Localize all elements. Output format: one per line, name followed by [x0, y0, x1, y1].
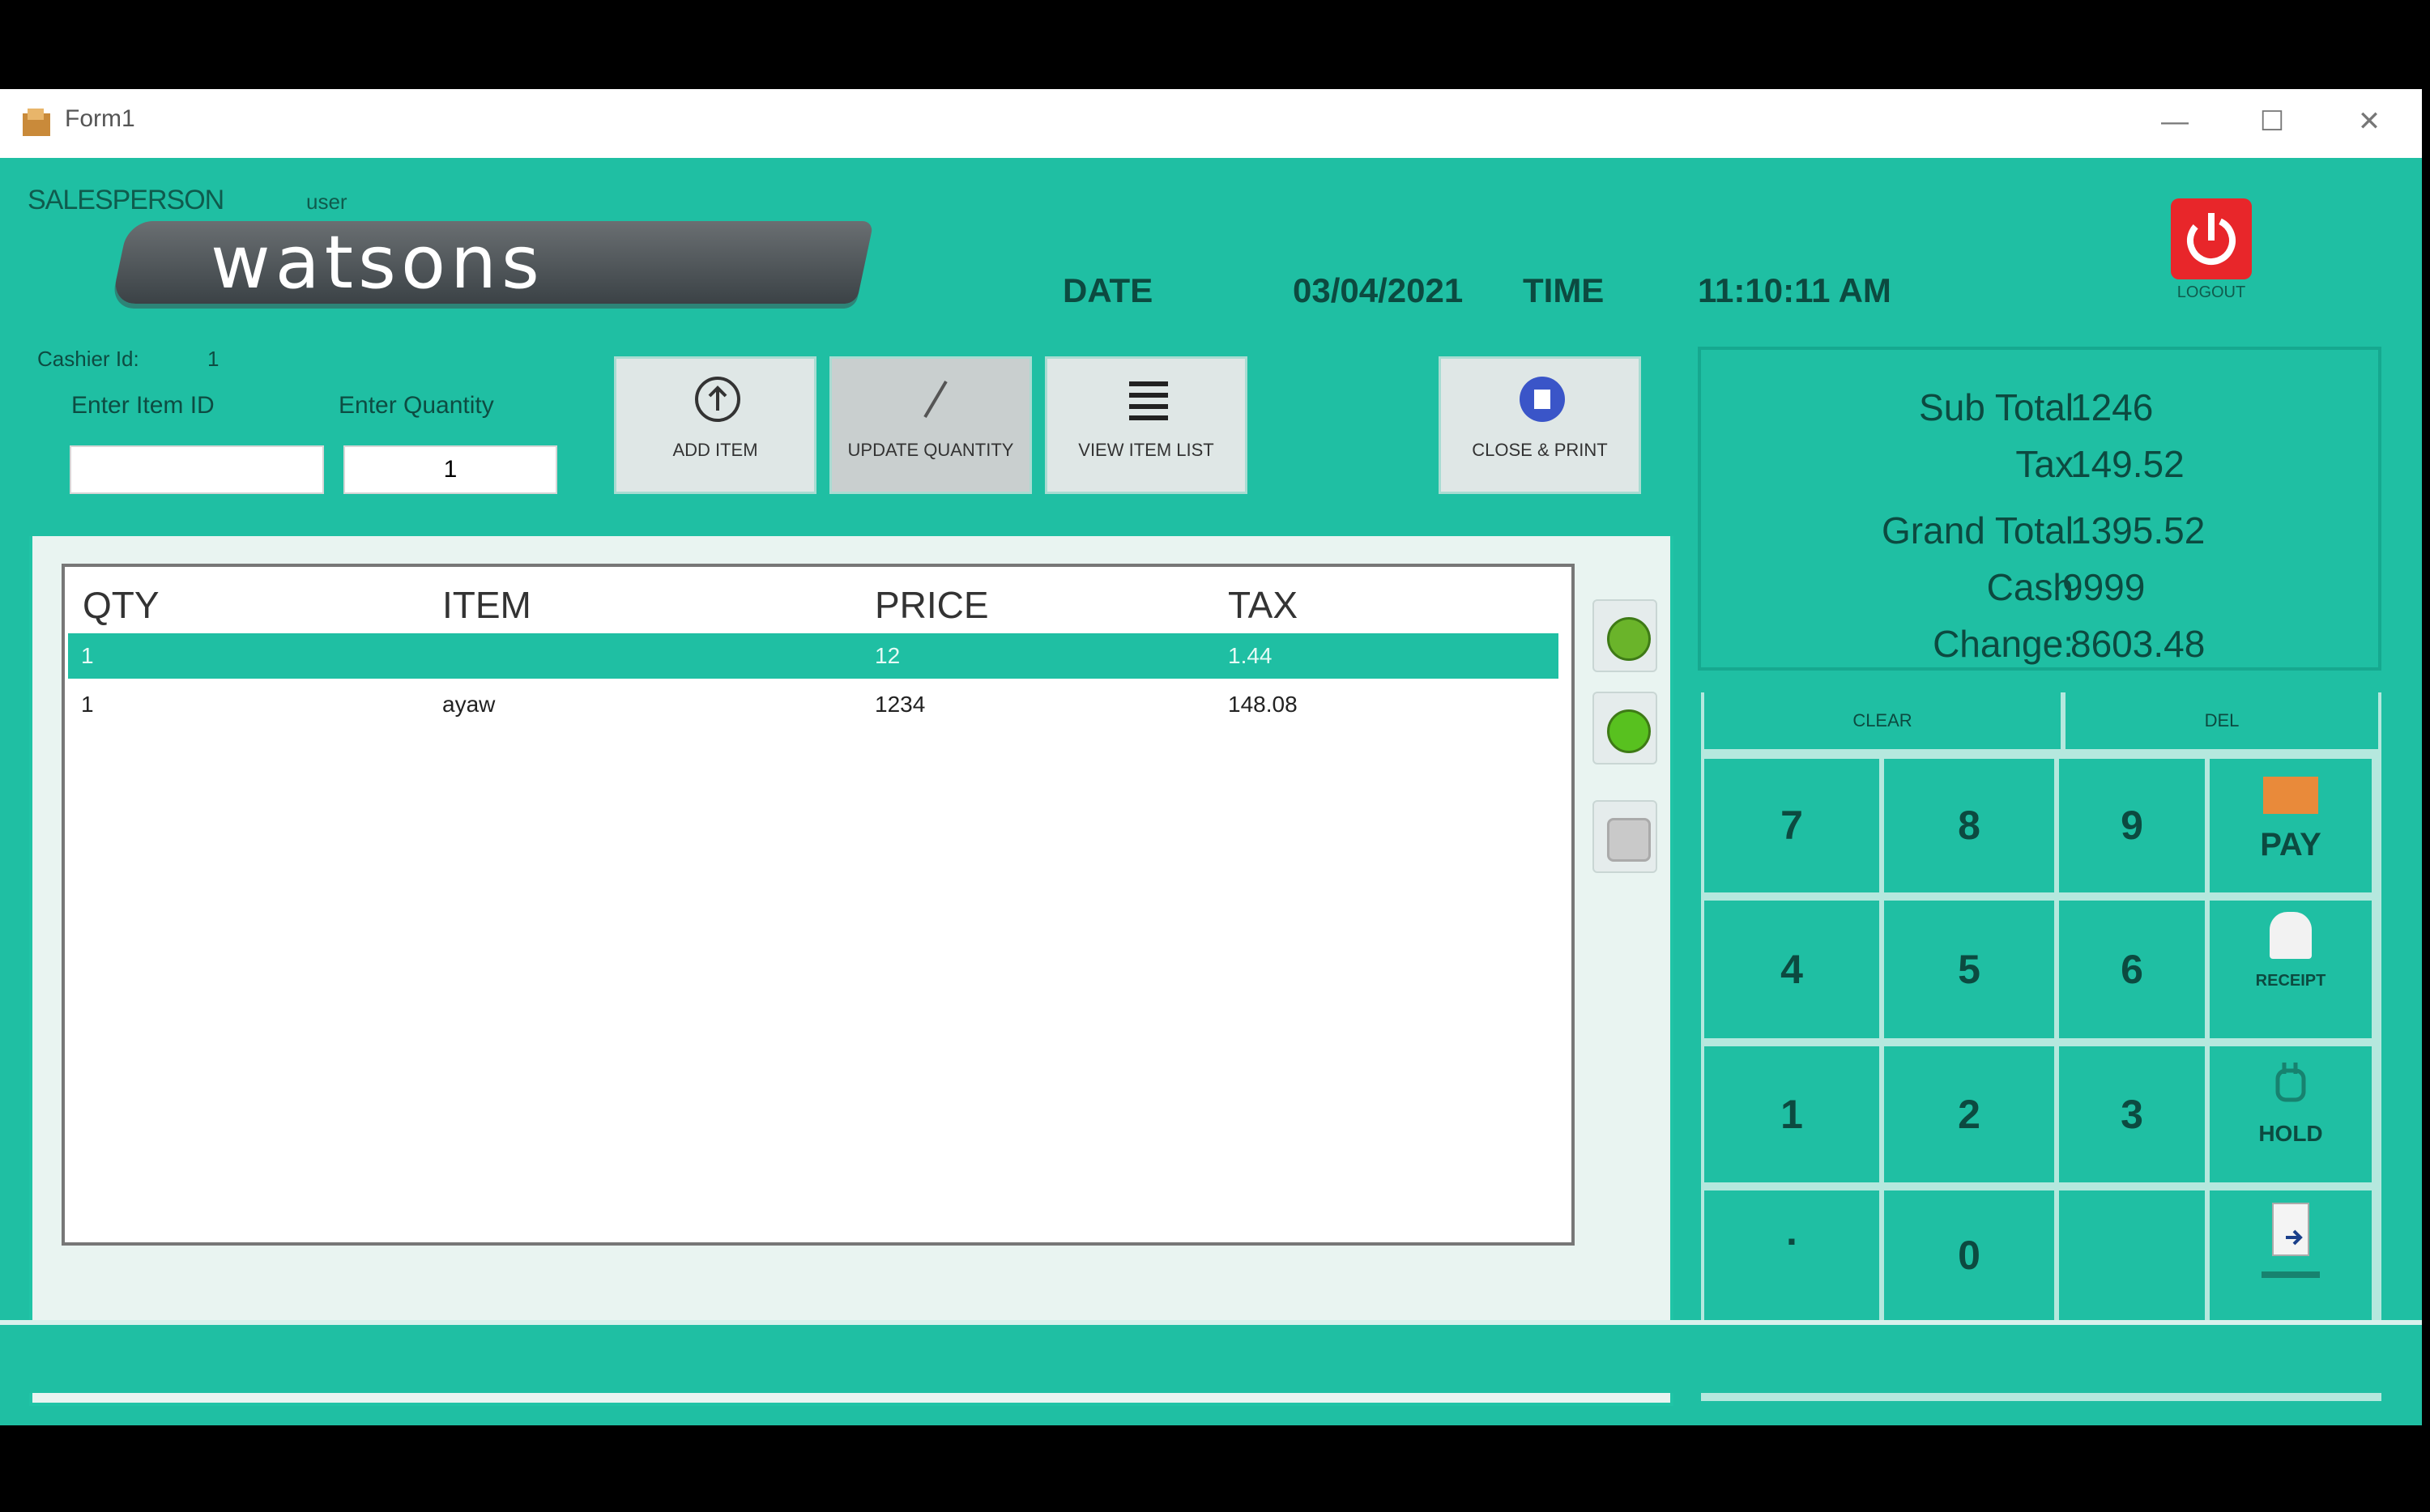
column-header-item: ITEM — [442, 584, 531, 626]
receipt-label: RECEIPT — [2255, 972, 2326, 990]
salesperson-label: SALESPERSON — [28, 185, 224, 215]
keypad: CLEAR DEL 7 8 9 PAY 4 5 6 RECEIPT 1 2 3 … — [1701, 692, 2381, 1401]
grand-total-label: Grand Total — [1882, 509, 2074, 552]
quantity-input[interactable] — [343, 445, 557, 494]
change-label: Change: — [1933, 623, 2074, 665]
cash-value: 9999 — [2062, 566, 2146, 608]
remove-button[interactable] — [1592, 800, 1657, 873]
clear-button[interactable]: CLEAR — [1704, 692, 2061, 749]
date-label: DATE — [1063, 271, 1153, 309]
title-bar: Form1 — ☐ ✕ — [0, 89, 2422, 158]
quantity-label: Enter Quantity — [339, 392, 494, 419]
power-icon — [2187, 213, 2236, 265]
key-1[interactable]: 1 — [1704, 1046, 1879, 1182]
hold-label: HOLD — [2258, 1121, 2323, 1146]
totals-panel: Sub Total 1246 Tax 149.52 Grand Total 13… — [1698, 347, 2381, 671]
key-2[interactable]: 2 — [1884, 1046, 2054, 1182]
cashier-value: 1 — [207, 347, 220, 371]
cell-qty: 1 — [81, 643, 94, 668]
grand-total-value: 1395.52 — [2070, 509, 2206, 552]
pencil-icon — [923, 380, 948, 419]
app-icon — [21, 107, 53, 139]
watsons-logo: watsons — [211, 220, 544, 305]
key-decimal[interactable]: . — [1704, 1190, 1879, 1320]
key-blank[interactable] — [2059, 1190, 2205, 1320]
key-7[interactable]: 7 — [1704, 759, 1879, 892]
receipt-icon — [2270, 912, 2312, 959]
time-label: TIME — [1523, 271, 1605, 309]
decrease-button[interactable] — [1592, 692, 1657, 765]
cell-price: 12 — [875, 643, 901, 668]
salesperson-name: user — [306, 190, 347, 214]
green-circle-icon — [1607, 709, 1651, 753]
add-item-label: ADD ITEM — [672, 440, 758, 460]
pay-button[interactable]: PAY — [2210, 759, 2372, 892]
key-6[interactable]: 6 — [2059, 901, 2205, 1038]
add-item-button[interactable]: ADD ITEM — [614, 356, 816, 494]
key-3[interactable]: 3 — [2059, 1046, 2205, 1182]
hold-button[interactable]: HOLD — [2210, 1046, 2372, 1182]
column-header-qty: QTY — [83, 584, 160, 626]
key-9[interactable]: 9 — [2059, 759, 2205, 892]
cell-tax: 1.44 — [1228, 643, 1273, 668]
green-circle-icon — [1607, 617, 1651, 661]
close-button[interactable]: ✕ — [2341, 97, 2398, 146]
receipt-button[interactable]: RECEIPT — [2210, 901, 2372, 1038]
key-5[interactable]: 5 — [1884, 901, 2054, 1038]
column-header-price: PRICE — [875, 584, 989, 626]
printer-icon — [1520, 377, 1565, 422]
tax-value: 149.52 — [2070, 443, 2185, 485]
status-bar — [0, 1320, 2422, 1393]
close-print-button[interactable]: CLOSE & PRINT — [1439, 356, 1641, 494]
cell-price: 1234 — [875, 692, 926, 717]
item-id-input[interactable] — [70, 445, 324, 494]
cell-qty: 1 — [81, 692, 94, 717]
key-4[interactable]: 4 — [1704, 901, 1879, 1038]
item-id-label: Enter Item ID — [71, 392, 215, 419]
maximize-button[interactable]: ☐ — [2244, 97, 2300, 146]
date-value: 03/04/2021 — [1293, 271, 1464, 309]
tax-label: Tax — [2015, 443, 2074, 485]
cell-item: ayaw — [442, 692, 496, 717]
close-print-label: CLOSE & PRINT — [1472, 440, 1608, 460]
app-window: Form1 — ☐ ✕ SALESPERSON user watsons DAT… — [0, 89, 2422, 1425]
exit-door-icon — [2262, 1203, 2320, 1278]
table-row[interactable]: 1 12 1.44 — [68, 633, 1558, 679]
sub-total-label: Sub Total — [1919, 386, 2074, 428]
update-quantity-button[interactable]: UPDATE QUANTITY — [829, 356, 1032, 494]
add-circle-icon — [695, 377, 740, 422]
window-title: Form1 — [65, 105, 135, 132]
table-row[interactable]: 1 ayaw 1234 148.08 — [68, 682, 1558, 726]
key-8[interactable]: 8 — [1884, 759, 2054, 892]
order-table: QTY ITEM PRICE TAX 1 12 1.44 1 ayaw 1234… — [62, 564, 1575, 1246]
cashier-label: Cashier Id: — [37, 347, 139, 371]
sub-total-value: 1246 — [2070, 386, 2154, 428]
list-icon — [1129, 381, 1168, 420]
increase-button[interactable] — [1592, 599, 1657, 672]
update-quantity-label: UPDATE QUANTITY — [847, 440, 1014, 460]
key-0[interactable]: 0 — [1884, 1190, 2054, 1320]
minimize-button[interactable]: — — [2146, 97, 2203, 146]
exit-button[interactable] — [2210, 1190, 2372, 1320]
time-value: 11:10:11 AM — [1698, 271, 1891, 309]
wallet-icon — [2263, 777, 2318, 814]
item-list-label: VIEW ITEM LIST — [1078, 440, 1214, 460]
pay-label: PAY — [2260, 827, 2321, 862]
stop-icon — [1607, 818, 1651, 862]
logout-button[interactable] — [2171, 198, 2252, 279]
column-header-tax: TAX — [1228, 584, 1298, 626]
item-list-button[interactable]: VIEW ITEM LIST — [1045, 356, 1247, 494]
delete-button[interactable]: DEL — [2066, 692, 2378, 749]
hand-icon — [2275, 1063, 2306, 1102]
cell-tax: 148.08 — [1228, 692, 1298, 717]
logout-label: LOGOUT — [2176, 283, 2246, 301]
change-value: 8603.48 — [2070, 623, 2206, 665]
cash-label: Cash — [1986, 566, 2074, 608]
